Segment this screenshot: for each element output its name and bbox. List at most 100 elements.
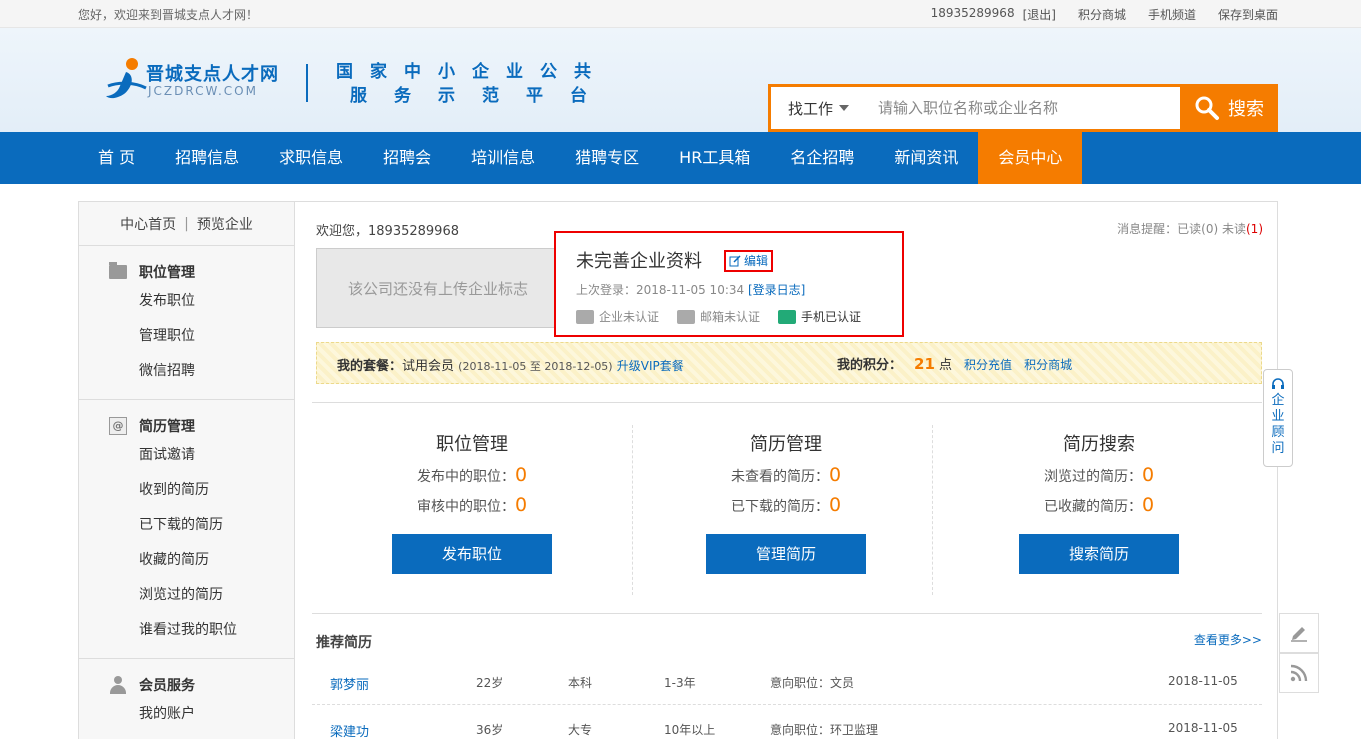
logo-domain: JCZDRCW.COM	[148, 84, 258, 98]
resume-name[interactable]: 郭梦丽	[330, 674, 369, 693]
sidebar-section-jobs: 职位管理 发布职位 管理职位 微信招聘	[79, 246, 294, 400]
sidebar-section-title: @ 简历管理	[79, 414, 294, 438]
logout-link[interactable]: [退出]	[1023, 6, 1056, 23]
sidebar-item-wechat-recruit[interactable]: 微信招聘	[79, 354, 294, 389]
chevron-down-icon	[839, 105, 849, 111]
upgrade-vip-link[interactable]: 升级VIP套餐	[617, 359, 684, 373]
sidebar-item-manage-jobs[interactable]: 管理职位	[79, 319, 294, 354]
top-links: 18935289968 [退出] 积分商城 手机频道 保存到桌面	[931, 6, 1278, 23]
search-type-dropdown[interactable]: 找工作	[771, 87, 866, 129]
points-mall-link-2[interactable]: 积分商城	[1024, 356, 1072, 373]
edit-label: 编辑	[744, 254, 769, 268]
stats-panel: 职位管理 发布中的职位：0 审核中的职位：0 发布职位 简历管理 未查看的简历：…	[312, 402, 1262, 612]
feedback-button[interactable]	[1279, 613, 1319, 653]
resume-date: 2018-11-05	[1168, 674, 1238, 688]
stat-row[interactable]: 审核中的职位：0	[322, 494, 622, 516]
points-mall-link[interactable]: 积分商城	[1078, 6, 1126, 23]
points-info: 我的积分： 21 点 积分充值 积分商城	[837, 354, 1072, 373]
sidebar-section-title: 职位管理	[79, 260, 294, 284]
sidebar-item-interview-invites[interactable]: 面试邀请	[79, 438, 294, 473]
resume-age: 22岁	[476, 676, 504, 690]
user-icon	[109, 676, 127, 694]
sidebar-top-links: 中心首页 | 预览企业	[79, 202, 294, 246]
stat-row[interactable]: 未查看的简历：0	[636, 464, 936, 486]
user-phone-link[interactable]: 18935289968	[931, 6, 1015, 23]
nav-headhunting[interactable]: 猎聘专区	[555, 132, 659, 184]
welcome-text: 您好，欢迎来到晋城支点人才网！	[78, 8, 259, 22]
rss-icon	[1290, 664, 1308, 682]
publish-job-button[interactable]: 发布职位	[392, 534, 552, 574]
stat-row[interactable]: 已收藏的简历：0	[949, 494, 1249, 516]
nav-home[interactable]: 首 页	[78, 132, 155, 184]
msg-unread-label: 未读	[1221, 222, 1246, 236]
slogan: 国家中小企业公共 服务示范平台	[336, 60, 614, 108]
msg-read-count: (0)	[1201, 222, 1219, 236]
nav-member-center[interactable]: 会员中心	[978, 132, 1083, 184]
edit-profile-button[interactable]: 编辑	[724, 250, 774, 272]
package-label: 我的套餐：	[337, 359, 403, 374]
manage-resumes-button[interactable]: 管理简历	[706, 534, 866, 574]
table-row[interactable]: 梁建功 36岁 大专 10年以上 意向职位：环卫监理 2018-11-05	[312, 706, 1262, 739]
mobile-channel-link[interactable]: 手机频道	[1148, 6, 1196, 23]
site-logo[interactable]: 晋城支点人才网 JCZDRCW.COM	[104, 56, 294, 106]
view-more-link[interactable]: 查看更多>>	[1194, 631, 1262, 648]
cert-phone-label: 手机已认证	[801, 310, 862, 324]
profile-title: 未完善企业资料	[576, 251, 702, 272]
enterprise-advisor-widget[interactable]: 企业顾问	[1263, 369, 1293, 467]
nav-news[interactable]: 新闻资讯	[874, 132, 978, 184]
nav-hr-toolbox[interactable]: HR工具箱	[659, 132, 770, 184]
nav-job-fair[interactable]: 招聘会	[363, 132, 451, 184]
cert-company-label: 企业未认证	[599, 310, 660, 324]
table-row[interactable]: 郭梦丽 22岁 本科 1-3年 意向职位：文员 2018-11-05	[312, 659, 1262, 705]
points-recharge-link[interactable]: 积分充值	[964, 356, 1012, 373]
resume-date: 2018-11-05	[1168, 721, 1238, 735]
stats-divider	[932, 425, 933, 595]
sidebar-item-who-viewed-jobs[interactable]: 谁看过我的职位	[79, 613, 294, 648]
points-value: 21	[914, 355, 935, 373]
search-input[interactable]	[866, 87, 1180, 129]
stat-row[interactable]: 发布中的职位：0	[322, 464, 622, 486]
sidebar-separator: |	[184, 215, 189, 232]
package-bar: 我的套餐：试用会员 (2018-11-05 至 2018-12-05) 升级VI…	[316, 342, 1262, 384]
resume-name[interactable]: 梁建功	[330, 721, 369, 739]
sidebar-home-link[interactable]: 中心首页	[120, 214, 176, 234]
company-logo-placeholder[interactable]: 该公司还没有上传企业标志	[316, 248, 560, 328]
cert-company[interactable]: 企业未认证	[576, 308, 659, 325]
stat-label: 审核中的职位：	[416, 499, 515, 515]
last-login: 上次登录：2018-11-05 10:34 [登录日志]	[576, 281, 805, 298]
sidebar-section-resumes: @ 简历管理 面试邀请 收到的简历 已下载的简历 收藏的简历 浏览过的简历 谁看…	[79, 400, 294, 659]
login-log-link[interactable]: [登录日志]	[748, 283, 805, 297]
stat-row[interactable]: 浏览过的简历：0	[949, 464, 1249, 486]
stat-value: 0	[1141, 464, 1155, 486]
sidebar-item-downloaded-resumes[interactable]: 已下载的简历	[79, 508, 294, 543]
search-button[interactable]: 搜索	[1180, 84, 1278, 132]
logo-name: 晋城支点人才网	[146, 64, 279, 85]
points-label: 我的积分：	[837, 358, 903, 373]
msg-read-label: 消息提醒：已读	[1117, 222, 1202, 236]
pencil-icon	[1291, 627, 1307, 642]
cert-email[interactable]: 邮箱未认证	[677, 308, 760, 325]
email-cert-icon	[677, 309, 696, 324]
main-nav: 首 页 招聘信息 求职信息 招聘会 培训信息 猎聘专区 HR工具箱 名企招聘 新…	[0, 132, 1361, 184]
nav-training[interactable]: 培训信息	[451, 132, 555, 184]
rss-button[interactable]	[1279, 653, 1319, 693]
sidebar-preview-link[interactable]: 预览企业	[197, 214, 253, 234]
save-desktop-link[interactable]: 保存到桌面	[1218, 6, 1278, 23]
msg-unread-count: (1)	[1246, 222, 1263, 236]
sidebar-item-viewed-resumes[interactable]: 浏览过的简历	[79, 578, 294, 613]
sidebar-item-publish-job[interactable]: 发布职位	[79, 284, 294, 319]
folder-icon	[109, 262, 127, 279]
stat-row[interactable]: 已下载的简历：0	[636, 494, 936, 516]
message-reminder[interactable]: 消息提醒：已读(0) 未读(1)	[1117, 220, 1263, 237]
nav-famous-companies[interactable]: 名企招聘	[770, 132, 874, 184]
sidebar-item-received-resumes[interactable]: 收到的简历	[79, 473, 294, 508]
sidebar-item-my-account[interactable]: 我的账户	[79, 697, 294, 732]
search-button-label: 搜索	[1228, 99, 1264, 120]
nav-job-seeking[interactable]: 求职信息	[259, 132, 363, 184]
search-resumes-button[interactable]: 搜索简历	[1019, 534, 1179, 574]
cert-phone[interactable]: 手机已认证	[778, 308, 861, 325]
stat-value: 0	[1141, 494, 1155, 516]
sidebar-item-favorite-resumes[interactable]: 收藏的简历	[79, 543, 294, 578]
resume-education: 本科	[568, 676, 593, 690]
nav-recruit-info[interactable]: 招聘信息	[155, 132, 259, 184]
